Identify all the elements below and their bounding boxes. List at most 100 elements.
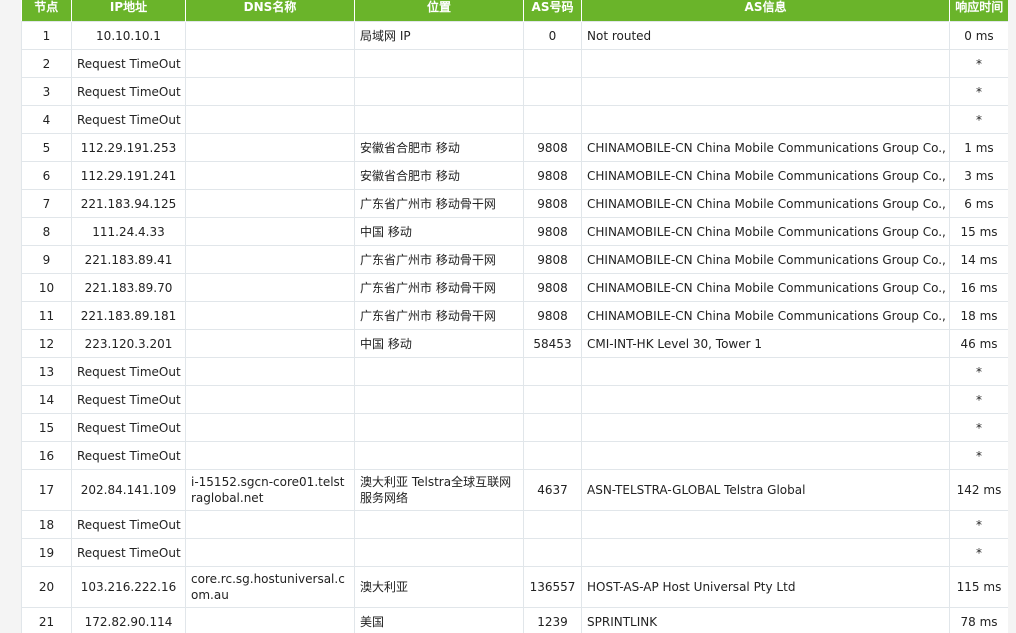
response-time-cell: * — [949, 105, 1008, 134]
dns-cell — [185, 357, 355, 386]
asn-cell: 0 — [523, 21, 582, 50]
table-row: 18 Request TimeOut * — [21, 510, 1008, 539]
dns-cell — [185, 21, 355, 50]
node-cell: 12 — [21, 329, 72, 358]
dns-cell — [185, 245, 355, 274]
node-cell: 15 — [21, 413, 72, 442]
response-time-cell: * — [949, 49, 1008, 78]
ip-cell: 103.216.222.16 — [71, 566, 186, 608]
dns-cell — [185, 273, 355, 302]
table-row: 13 Request TimeOut * — [21, 357, 1008, 386]
ip-cell: 172.82.90.114 — [71, 607, 186, 633]
response-time-cell: * — [949, 441, 1008, 470]
table-row: 12 223.120.3.201 中国 移动 58453 CMI-INT-HK Leve… — [21, 329, 1008, 358]
dns-cell — [185, 329, 355, 358]
asinfo-cell: CHINAMOBILE-CN China Mobile Communicatio… — [581, 133, 950, 162]
response-time-cell: * — [949, 510, 1008, 539]
asn-cell: 1239 — [523, 607, 582, 633]
asinfo-cell: SPRINTLINK — [581, 607, 950, 633]
location-cell — [354, 77, 524, 106]
location-cell: 中国 移动 — [354, 217, 524, 246]
col-header-dns: DNS名称 — [185, 0, 355, 22]
location-cell — [354, 441, 524, 470]
asinfo-cell — [581, 105, 950, 134]
asn-cell — [523, 385, 582, 414]
asinfo-cell: CMI-INT-HK Level 30, Tower 1 — [581, 329, 950, 358]
col-header-asinfo: AS信息 — [581, 0, 950, 22]
asn-cell — [523, 510, 582, 539]
table-row: 4 Request TimeOut * — [21, 105, 1008, 134]
node-cell: 19 — [21, 538, 72, 567]
dns-cell — [185, 189, 355, 218]
location-cell: 中国 移动 — [354, 329, 524, 358]
ip-cell: 221.183.89.181 — [71, 301, 186, 330]
response-time-cell: 15 ms — [949, 217, 1008, 246]
location-cell: 安徽省合肥市 移动 — [354, 161, 524, 190]
table-row: 2 Request TimeOut * — [21, 49, 1008, 78]
location-cell — [354, 357, 524, 386]
node-cell: 7 — [21, 189, 72, 218]
dns-cell — [185, 413, 355, 442]
traceroute-table: 节点 IP地址 DNS名称 位置 AS号码 AS信息 响应时间 1 10.10.1… — [21, 0, 1008, 633]
node-cell: 1 — [21, 21, 72, 50]
node-cell: 16 — [21, 441, 72, 470]
location-cell — [354, 105, 524, 134]
asinfo-cell — [581, 441, 950, 470]
response-time-cell: 142 ms — [949, 469, 1008, 511]
location-cell: 广东省广州市 移动骨干网 — [354, 189, 524, 218]
ip-cell: 221.183.89.41 — [71, 245, 186, 274]
asn-cell — [523, 49, 582, 78]
traceroute-panel: 节点 IP地址 DNS名称 位置 AS号码 AS信息 响应时间 1 10.10.1… — [21, 0, 1008, 633]
node-cell: 5 — [21, 133, 72, 162]
ip-cell: Request TimeOut — [71, 357, 186, 386]
response-time-cell: 3 ms — [949, 161, 1008, 190]
asn-cell: 58453 — [523, 329, 582, 358]
node-cell: 17 — [21, 469, 72, 511]
node-cell: 21 — [21, 607, 72, 633]
asinfo-cell — [581, 510, 950, 539]
table-row: 1 10.10.10.1 局域网 IP 0 Not routed 0 ms — [21, 21, 1008, 50]
asinfo-cell — [581, 413, 950, 442]
location-cell: 广东省广州市 移动骨干网 — [354, 301, 524, 330]
col-header-time: 响应时间 — [949, 0, 1008, 22]
location-cell: 美国 — [354, 607, 524, 633]
dns-cell — [185, 538, 355, 567]
dns-cell: i-15152.sgcn-core01.telstraglobal.net — [185, 469, 355, 511]
asn-cell — [523, 357, 582, 386]
asinfo-cell — [581, 357, 950, 386]
response-time-cell: * — [949, 385, 1008, 414]
node-cell: 10 — [21, 273, 72, 302]
asinfo-cell: Not routed — [581, 21, 950, 50]
asn-cell: 9808 — [523, 133, 582, 162]
asinfo-cell: ASN-TELSTRA-GLOBAL Telstra Global — [581, 469, 950, 511]
asinfo-cell: HOST-AS-AP Host Universal Pty Ltd — [581, 566, 950, 608]
dns-cell — [185, 385, 355, 414]
dns-cell: core.rc.sg.hostuniversal.com.au — [185, 566, 355, 608]
ip-cell: Request TimeOut — [71, 77, 186, 106]
asn-cell: 9808 — [523, 245, 582, 274]
asn-cell: 9808 — [523, 189, 582, 218]
node-cell: 20 — [21, 566, 72, 608]
asn-cell: 9808 — [523, 273, 582, 302]
location-cell: 广东省广州市 移动骨干网 — [354, 245, 524, 274]
col-header-ip: IP地址 — [71, 0, 186, 22]
location-cell — [354, 510, 524, 539]
ip-cell: 112.29.191.241 — [71, 161, 186, 190]
ip-cell: 202.84.141.109 — [71, 469, 186, 511]
table-header-row: 节点 IP地址 DNS名称 位置 AS号码 AS信息 响应时间 — [21, 0, 1008, 22]
table-row: 21 172.82.90.114 美国 1239 SPRINTLINK 78 ms — [21, 607, 1008, 633]
asinfo-cell: CHINAMOBILE-CN China Mobile Communicatio… — [581, 161, 950, 190]
dns-cell — [185, 607, 355, 633]
node-cell: 2 — [21, 49, 72, 78]
col-header-node: 节点 — [21, 0, 72, 22]
asn-cell: 136557 — [523, 566, 582, 608]
location-cell — [354, 413, 524, 442]
ip-cell: 223.120.3.201 — [71, 329, 186, 358]
ip-cell: 221.183.89.70 — [71, 273, 186, 302]
node-cell: 11 — [21, 301, 72, 330]
asn-cell — [523, 538, 582, 567]
ip-cell: 10.10.10.1 — [71, 21, 186, 50]
table-row: 19 Request TimeOut * — [21, 538, 1008, 567]
asinfo-cell — [581, 385, 950, 414]
response-time-cell: 16 ms — [949, 273, 1008, 302]
